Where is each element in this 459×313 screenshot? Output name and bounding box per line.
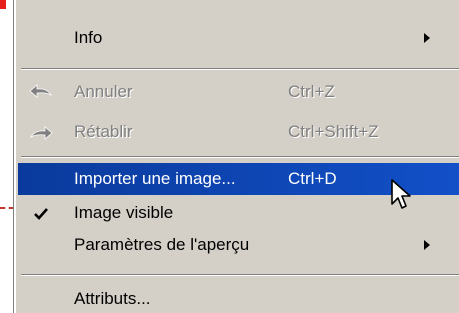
menu-item-label: Info xyxy=(74,28,103,47)
menu-item-label: Rétablir xyxy=(74,122,133,141)
selection-handle xyxy=(0,0,6,9)
redo-arrow-icon xyxy=(28,122,54,142)
menu-separator xyxy=(21,274,459,276)
menu-separator xyxy=(21,68,459,70)
menu-item-info[interactable]: Info xyxy=(18,22,459,54)
menu-item-label: Image visible xyxy=(74,203,174,222)
menu-item-attributes[interactable]: Attributs... xyxy=(18,283,459,313)
menu-item-redo[interactable]: Rétablir Ctrl+Shift+Z xyxy=(18,116,459,148)
menu-item-preview-settings[interactable]: Paramètres de l'aperçu xyxy=(18,229,459,261)
dashed-guide-line xyxy=(0,207,14,209)
menu-item-label: Paramètres de l'aperçu xyxy=(74,235,250,254)
submenu-arrow-icon xyxy=(424,33,430,43)
menu-item-shortcut: Ctrl+Z xyxy=(288,82,335,101)
menu-item-undo[interactable]: Annuler Ctrl+Z xyxy=(18,76,459,108)
submenu-arrow-icon xyxy=(424,240,430,250)
screen: Info Annuler Ctrl+Z Rétablir Ctrl+Shift+… xyxy=(0,0,459,313)
menu-item-label: Attributs... xyxy=(74,289,151,308)
context-menu: Info Annuler Ctrl+Z Rétablir Ctrl+Shift+… xyxy=(14,0,459,313)
undo-arrow-icon xyxy=(28,82,54,102)
checkmark-icon xyxy=(28,203,54,223)
menu-item-shortcut: Ctrl+D xyxy=(288,169,337,188)
mouse-pointer-icon xyxy=(390,178,414,214)
menu-separator xyxy=(21,156,459,158)
menu-item-shortcut: Ctrl+Shift+Z xyxy=(288,122,379,141)
menu-item-label: Annuler xyxy=(74,82,133,101)
menu-item-label: Importer une image... xyxy=(74,169,236,188)
